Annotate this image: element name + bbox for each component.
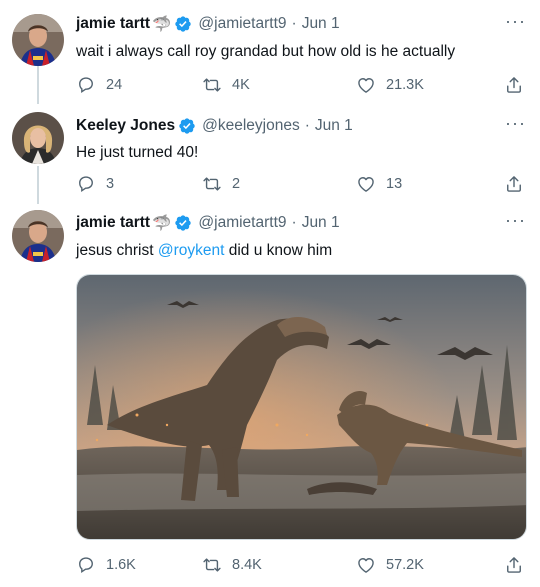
retweet-count: 8.4K (232, 557, 262, 573)
retweet-button[interactable]: 8.4K (202, 555, 262, 575)
more-icon[interactable]: ··· (505, 211, 526, 229)
timestamp[interactable]: Jun 1 (302, 214, 340, 232)
like-button[interactable]: 57.2K (356, 555, 424, 575)
tweet[interactable]: jamie tartt 🦈 @jamietartt9 · Jun 1 ··· j… (0, 0, 540, 587)
mention-link[interactable]: @roykent (158, 242, 225, 259)
tweet-text: jesus christ @roykent did u know him (76, 241, 332, 261)
reply-count: 1.6K (106, 557, 136, 573)
share-button[interactable] (504, 555, 534, 575)
verified-badge-icon (174, 214, 192, 232)
display-name[interactable]: jamie tartt (76, 214, 150, 232)
tweet-actions: 1.6K 8.4K 57.2K (76, 555, 526, 577)
handle[interactable]: @jamietartt9 (198, 214, 286, 232)
dinosaur-illustration (77, 275, 526, 539)
shark-emoji: 🦈 (152, 214, 172, 232)
tweet-header: jamie tartt 🦈 @jamietartt9 · Jun 1 (76, 212, 340, 234)
tweet-image[interactable] (76, 274, 527, 540)
like-icon (356, 555, 376, 575)
tweet-text-part: jesus christ (76, 242, 154, 259)
tweet-text-part: did u know him (228, 242, 333, 259)
reply-icon (76, 555, 96, 575)
like-count: 57.2K (386, 557, 424, 573)
retweet-icon (202, 555, 222, 575)
separator-dot: · (291, 214, 297, 231)
share-icon (504, 555, 524, 575)
avatar[interactable] (12, 210, 64, 262)
reply-button[interactable]: 1.6K (76, 555, 136, 575)
